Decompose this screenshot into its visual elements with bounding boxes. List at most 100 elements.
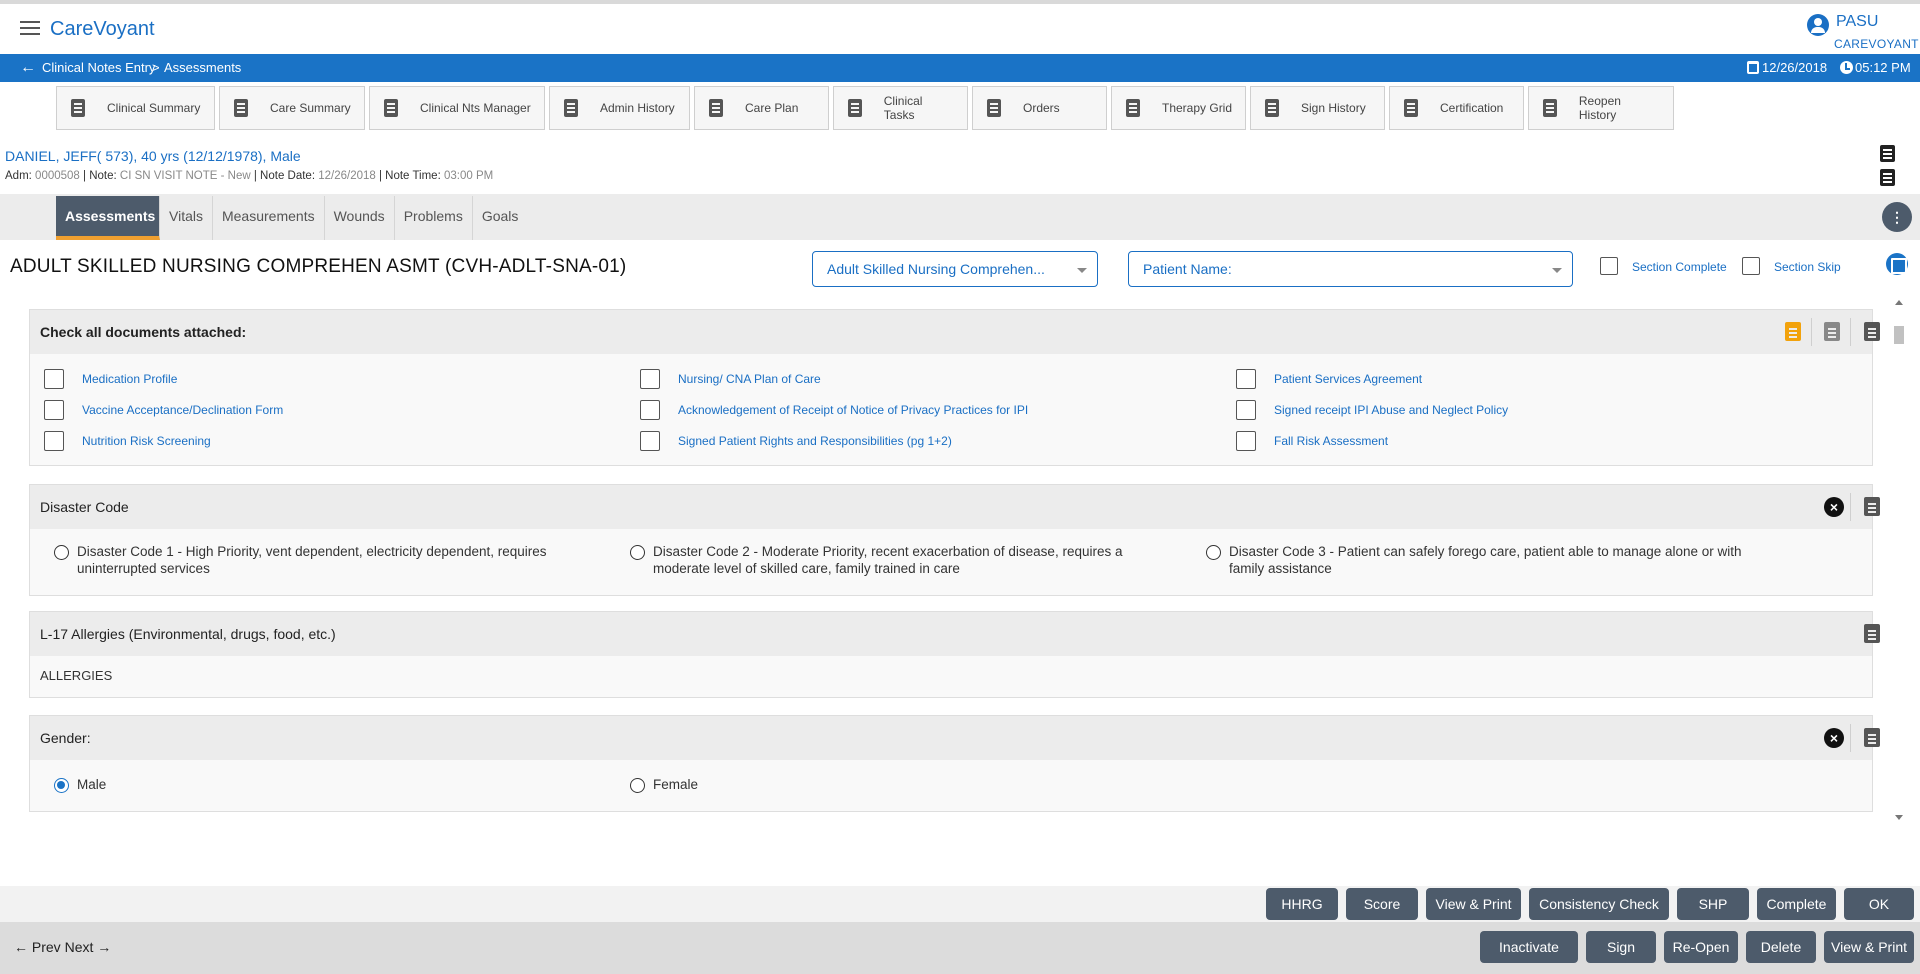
delete-button[interactable]: Delete: [1746, 931, 1816, 963]
tab-sign-history[interactable]: Sign History: [1250, 86, 1385, 130]
scroll-thumb[interactable]: [1894, 326, 1904, 344]
notes-icon[interactable]: [1864, 322, 1880, 341]
gender-body: Male Female: [30, 760, 1872, 811]
admission-info: Adm: 0000508 | Note: CI SN VISIT NOTE - …: [5, 170, 494, 182]
checkbox[interactable]: [44, 431, 64, 451]
gender-female-option[interactable]: Female: [630, 776, 698, 793]
doc-nursing-cna-plan[interactable]: Nursing/ CNA Plan of Care: [640, 368, 821, 390]
next-arrow-icon[interactable]: →: [97, 939, 111, 955]
checkbox[interactable]: [44, 400, 64, 420]
subtab-assessments[interactable]: Assessments: [56, 196, 160, 240]
doc-fall-risk[interactable]: Fall Risk Assessment: [1236, 430, 1388, 452]
radio-button[interactable]: [54, 778, 69, 793]
checkbox[interactable]: [640, 400, 660, 420]
notes-icon[interactable]: [1864, 624, 1880, 643]
user-avatar-icon[interactable]: [1807, 14, 1829, 36]
radio-button[interactable]: [630, 545, 645, 560]
complete-button[interactable]: Complete: [1757, 888, 1836, 920]
checkbox[interactable]: [1236, 431, 1256, 451]
gender-male-option[interactable]: Male: [54, 776, 106, 793]
scroll-up-icon[interactable]: [1895, 300, 1903, 305]
radio-button[interactable]: [54, 545, 69, 560]
ok-button[interactable]: OK: [1844, 888, 1914, 920]
footer-view-print-button[interactable]: View & Print: [1824, 931, 1914, 963]
calendar-icon: [1747, 61, 1759, 74]
fullscreen-icon[interactable]: [1886, 253, 1908, 275]
view-print-button[interactable]: View & Print: [1426, 888, 1521, 920]
shp-button[interactable]: SHP: [1677, 888, 1749, 920]
disaster-code-1-option[interactable]: Disaster Code 1 - High Priority, vent de…: [54, 543, 594, 577]
form-select[interactable]: Adult Skilled Nursing Comprehen...: [812, 251, 1098, 287]
assessment-scroll-area[interactable]: Check all documents attached: Medication…: [10, 300, 1890, 820]
next-link[interactable]: Next: [65, 939, 94, 955]
subtab-wounds[interactable]: Wounds: [325, 196, 395, 240]
clear-icon[interactable]: ×: [1824, 497, 1844, 517]
user-name[interactable]: PASU: [1836, 13, 1878, 31]
doc-vaccine-form[interactable]: Vaccine Acceptance/Declination Form: [44, 399, 283, 421]
notes-icon[interactable]: [1864, 728, 1880, 747]
section-complete-checkbox[interactable]: [1600, 257, 1618, 275]
tab-reopen-history[interactable]: Reopen History: [1528, 86, 1674, 130]
tab-therapy-grid[interactable]: Therapy Grid: [1111, 86, 1246, 130]
attachment-icon[interactable]: [1785, 322, 1801, 341]
disaster-code-2-option[interactable]: Disaster Code 2 - Moderate Priority, rec…: [630, 543, 1170, 577]
patient-header[interactable]: DANIEL, JEFF( 573), 40 yrs (12/12/1978),…: [5, 148, 301, 164]
hhrg-button[interactable]: HHRG: [1266, 888, 1338, 920]
section-header: Disaster Code ×: [30, 485, 1880, 529]
checkbox[interactable]: [1236, 369, 1256, 389]
document-icon: [848, 99, 862, 117]
breadcrumb-clinical-notes-entry[interactable]: Clinical Notes Entry: [42, 60, 155, 75]
tab-clinical-nts-manager[interactable]: Clinical Nts Manager: [369, 86, 545, 130]
doc-privacy-acknowledgement[interactable]: Acknowledgement of Receipt of Notice of …: [640, 399, 1028, 421]
disaster-code-body: Disaster Code 1 - High Priority, vent de…: [30, 529, 1872, 595]
score-button[interactable]: Score: [1346, 888, 1418, 920]
doc-nutrition-risk[interactable]: Nutrition Risk Screening: [44, 430, 211, 452]
doc-abuse-neglect-policy[interactable]: Signed receipt IPI Abuse and Neglect Pol…: [1236, 399, 1508, 421]
doc-medication-profile[interactable]: Medication Profile: [44, 368, 177, 390]
patient-name-select[interactable]: Patient Name:: [1128, 251, 1573, 287]
more-options-icon[interactable]: ⋮: [1882, 202, 1912, 232]
checkbox[interactable]: [44, 369, 64, 389]
allergies-value[interactable]: ALLERGIES: [30, 656, 1872, 697]
consistency-check-button[interactable]: Consistency Check: [1529, 888, 1669, 920]
clear-icon[interactable]: ×: [1824, 728, 1844, 748]
document-icon: [234, 99, 248, 117]
scroll-down-icon[interactable]: [1895, 815, 1903, 820]
doc-patient-services-agreement[interactable]: Patient Services Agreement: [1236, 368, 1422, 390]
subtab-goals[interactable]: Goals: [473, 196, 528, 240]
divider: [1850, 724, 1851, 752]
tab-clinical-summary[interactable]: Clinical Summary: [56, 86, 215, 130]
checkbox[interactable]: [640, 431, 660, 451]
back-arrow-icon[interactable]: ←: [20, 59, 36, 77]
notes-detail-icon[interactable]: [1880, 169, 1895, 186]
subtab-measurements[interactable]: Measurements: [213, 196, 325, 240]
prev-link[interactable]: Prev: [32, 939, 61, 955]
reopen-button[interactable]: Re-Open: [1664, 931, 1738, 963]
disaster-code-3-option[interactable]: Disaster Code 3 - Patient can safely for…: [1206, 543, 1746, 577]
app-brand[interactable]: CareVoyant: [50, 18, 155, 41]
tab-clinical-tasks[interactable]: Clinical Tasks: [833, 86, 968, 130]
prev-arrow-icon[interactable]: ←: [14, 939, 28, 955]
tab-admin-history[interactable]: Admin History: [549, 86, 690, 130]
notes-list-icon[interactable]: [1880, 145, 1895, 162]
sign-button[interactable]: Sign: [1586, 931, 1656, 963]
tab-orders[interactable]: Orders: [972, 86, 1107, 130]
section-skip-checkbox[interactable]: [1742, 257, 1760, 275]
checklist-icon[interactable]: [1824, 322, 1840, 341]
subtab-problems[interactable]: Problems: [395, 196, 473, 240]
checkbox[interactable]: [640, 369, 660, 389]
radio-button[interactable]: [1206, 545, 1221, 560]
tab-care-plan[interactable]: Care Plan: [694, 86, 829, 130]
section-header: L-17 Allergies (Environmental, drugs, fo…: [30, 612, 1880, 656]
tab-certification[interactable]: Certification: [1389, 86, 1524, 130]
tab-care-summary[interactable]: Care Summary: [219, 86, 365, 130]
document-icon: [384, 99, 398, 117]
checkbox[interactable]: [1236, 400, 1256, 420]
subtab-vitals[interactable]: Vitals: [160, 196, 213, 240]
radio-button[interactable]: [630, 778, 645, 793]
doc-patient-rights[interactable]: Signed Patient Rights and Responsibiliti…: [640, 430, 952, 452]
inactivate-button[interactable]: Inactivate: [1480, 931, 1578, 963]
notes-icon[interactable]: [1864, 497, 1880, 516]
menu-icon[interactable]: [20, 21, 40, 37]
vertical-scrollbar[interactable]: [1893, 300, 1905, 820]
